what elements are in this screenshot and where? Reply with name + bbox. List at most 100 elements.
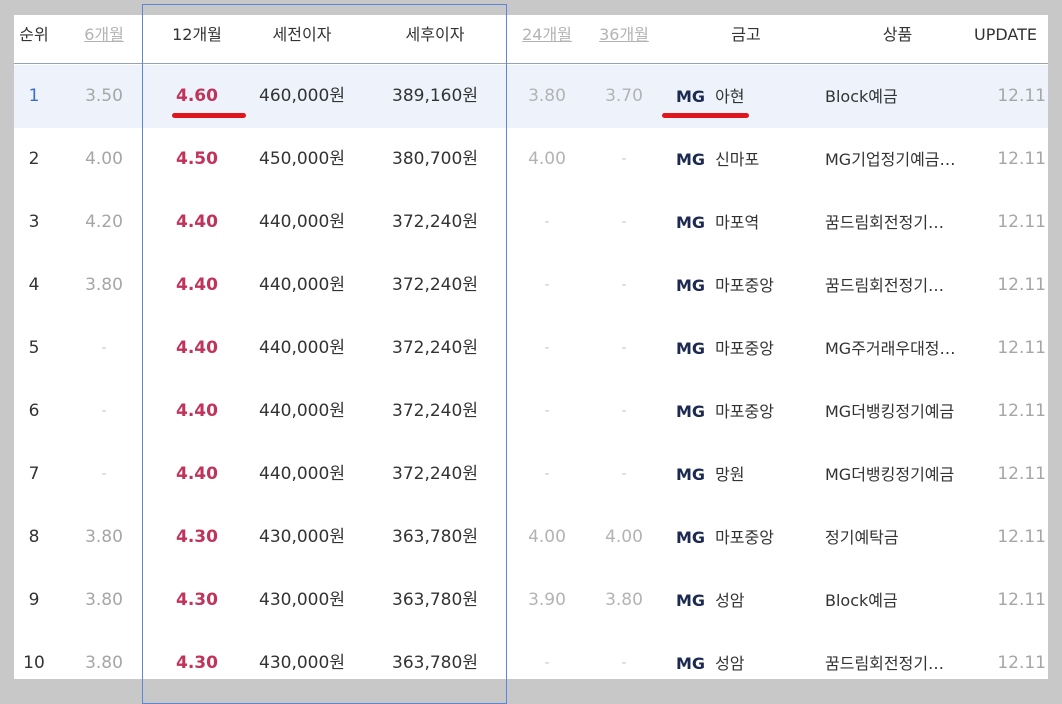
mg-logo-icon: MG [676, 402, 706, 421]
header-rank: 순위 [19, 25, 49, 44]
rank-cell: 8 [28, 527, 40, 547]
post-tax-interest-cell: 389,160원 [392, 86, 478, 106]
product-link[interactable]: Block예금 [825, 65, 970, 128]
header-24-month-sort-link[interactable]: 24개월 [517, 15, 577, 55]
post-tax-interest-cell: 363,780원 [392, 653, 478, 673]
update-date-cell: 12.11 [997, 653, 1046, 673]
rate-36m-cell: - [621, 655, 627, 671]
product-link[interactable]: MG더뱅킹정기예금 [825, 443, 970, 506]
product-link[interactable]: 꿈드림회전정기… [825, 632, 970, 679]
rate-12m-cell: 4.50 [176, 149, 218, 169]
rate-12m-cell: 4.40 [176, 275, 218, 295]
table-row[interactable]: 4 3.80 4.40 440,000원 372,240원 - - MG 마포중앙 꿈드림회전정기… [14, 254, 1048, 317]
post-tax-interest-cell: 372,240원 [392, 212, 478, 232]
header-36-month-sort-link[interactable]: 36개월 [594, 15, 654, 55]
post-tax-interest-cell: 363,780원 [392, 590, 478, 610]
rate-24m-cell: 3.80 [528, 86, 566, 106]
bank-cell[interactable]: MG 마포중앙 [676, 506, 816, 569]
pre-tax-interest-cell: 440,000원 [259, 464, 345, 484]
bank-cell[interactable]: MG 마포중앙 [676, 380, 816, 443]
mg-logo-icon: MG [676, 654, 706, 673]
table-row[interactable]: 3 4.20 4.40 440,000원 372,240원 - - MG 마포역 꿈드림회전정기…… [14, 191, 1048, 254]
bank-name: 마포중앙 [715, 528, 774, 547]
rate-36m-cell: - [621, 277, 627, 293]
pre-tax-interest-cell: 450,000원 [259, 149, 345, 169]
product-link[interactable]: MG더뱅킹정기예금 [825, 380, 970, 443]
mg-logo-icon: MG [676, 528, 706, 547]
header-bank: 금고 [731, 25, 761, 44]
bank-name: 마포중앙 [715, 402, 774, 421]
rate-6m-cell: 4.20 [85, 212, 123, 232]
table-row[interactable]: 2 4.00 4.50 450,000원 380,700원 4.00 - MG 신마포 MG기업정… [14, 128, 1048, 191]
rate-36m-cell: - [621, 403, 627, 419]
update-date-cell: 12.11 [997, 527, 1046, 547]
product-link[interactable]: 정기예탁금 [825, 506, 970, 569]
rate-6m-cell: 3.50 [85, 86, 123, 106]
rate-6m-cell: - [101, 340, 107, 356]
bank-cell[interactable]: MG 마포역 [676, 191, 816, 254]
table-row[interactable]: 6 - 4.40 440,000원 372,240원 - - MG 마포중앙 MG더뱅킹정기예금 1… [14, 380, 1048, 443]
table-row[interactable]: 10 3.80 4.30 430,000원 363,780원 - - MG 성암 꿈드림회전정기…… [14, 632, 1048, 679]
update-date-cell: 12.11 [997, 86, 1046, 106]
header-6-month-sort-link[interactable]: 6개월 [74, 15, 134, 55]
header-product: 상품 [882, 25, 913, 44]
update-date-cell: 12.11 [997, 338, 1046, 358]
product-link[interactable]: Block예금 [825, 569, 970, 632]
bank-cell[interactable]: MG 아현 [676, 65, 816, 128]
bank-name: 신마포 [715, 150, 760, 169]
rank-cell: 4 [28, 275, 40, 295]
update-date-cell: 12.11 [997, 275, 1046, 295]
rank-cell: 10 [23, 653, 45, 673]
bank-cell[interactable]: MG 성암 [676, 569, 816, 632]
bank-cell[interactable]: MG 신마포 [676, 128, 816, 191]
post-tax-interest-cell: 372,240원 [392, 464, 478, 484]
rate-36m-cell: - [621, 151, 627, 167]
rate-24m-cell: - [544, 340, 550, 356]
product-link[interactable]: MG주거래우대정… [825, 317, 970, 380]
rate-12m-cell: 4.40 [176, 338, 218, 358]
table-row[interactable]: 9 3.80 4.30 430,000원 363,780원 3.90 3.80 MG 성암 Blo… [14, 569, 1048, 632]
rate-12m-cell: 4.30 [176, 527, 218, 547]
post-tax-interest-cell: 372,240원 [392, 338, 478, 358]
product-link[interactable]: MG기업정기예금… [825, 128, 970, 191]
bank-cell[interactable]: MG 성암 [676, 632, 816, 679]
rate-12m-cell: 4.40 [176, 212, 218, 232]
update-date-cell: 12.11 [997, 149, 1046, 169]
rate-6m-cell: 3.80 [85, 653, 123, 673]
rate-12m-cell: 4.30 [176, 590, 218, 610]
mg-logo-icon: MG [676, 591, 706, 610]
post-tax-interest-cell: 380,700원 [392, 149, 478, 169]
table-row[interactable]: 1 3.50 4.60 460,000원 389,160원 3.80 3.70 MG 아현 Blo… [14, 65, 1048, 128]
post-tax-interest-cell: 372,240원 [392, 275, 478, 295]
rate-36m-cell: - [621, 340, 627, 356]
bank-cell[interactable]: MG 마포중앙 [676, 317, 816, 380]
table-row[interactable]: 8 3.80 4.30 430,000원 363,780원 4.00 4.00 MG 마포중앙 정… [14, 506, 1048, 569]
product-link[interactable]: 꿈드림회전정기… [825, 254, 970, 317]
bank-name: 마포역 [715, 213, 760, 232]
bank-cell[interactable]: MG 마포중앙 [676, 254, 816, 317]
bank-cell[interactable]: MG 망원 [676, 443, 816, 506]
rank-cell: 5 [28, 338, 40, 358]
pre-tax-interest-cell: 440,000원 [259, 275, 345, 295]
annotation-underline-bank [662, 113, 749, 118]
rate-24m-cell: 4.00 [528, 527, 566, 547]
bank-name: 성암 [715, 591, 745, 610]
product-link[interactable]: 꿈드림회전정기… [825, 191, 970, 254]
header-post-tax-interest: 세후이자 [405, 25, 465, 44]
rate-6m-cell: 3.80 [85, 527, 123, 547]
mg-logo-icon: MG [676, 339, 706, 358]
table-row[interactable]: 7 - 4.40 440,000원 372,240원 - - MG 망원 MG더뱅킹정기예금 12.… [14, 443, 1048, 506]
rank-cell: 6 [28, 401, 40, 421]
pre-tax-interest-cell: 430,000원 [259, 590, 345, 610]
header-12-month[interactable]: 12개월 [164, 15, 230, 55]
header-update: UPDATE [974, 25, 1037, 44]
rate-24m-cell: - [544, 466, 550, 482]
update-date-cell: 12.11 [997, 590, 1046, 610]
rate-24m-cell: - [544, 277, 550, 293]
rank-cell: 1 [28, 86, 40, 106]
bank-name: 아현 [715, 87, 745, 106]
rate-6m-cell: 3.80 [85, 275, 123, 295]
rate-36m-cell: 3.70 [605, 86, 643, 106]
pre-tax-interest-cell: 430,000원 [259, 527, 345, 547]
table-row[interactable]: 5 - 4.40 440,000원 372,240원 - - MG 마포중앙 MG주거래우대정… 1… [14, 317, 1048, 380]
